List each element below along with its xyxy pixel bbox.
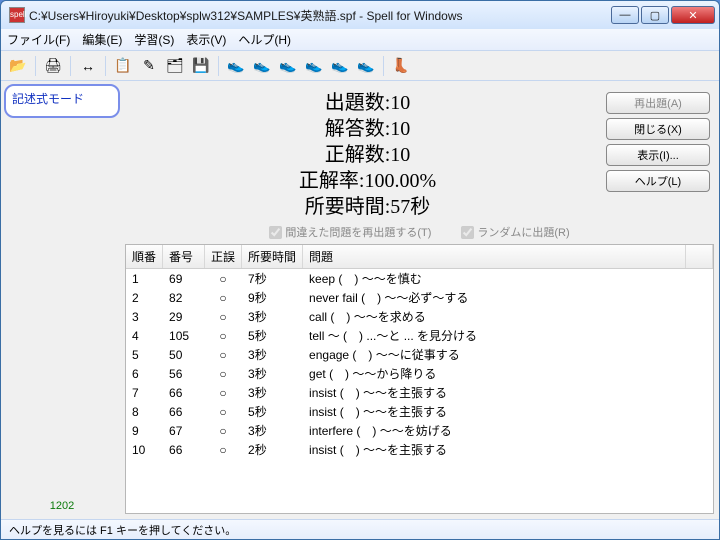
table-row[interactable]: 866○5秒insist ( ) ～～を主張する [126,402,713,421]
mode-label: 記述式モード [4,84,120,118]
boot-icon[interactable]: 👢 [390,55,412,77]
menu-edit[interactable]: 編集(E) [82,31,122,48]
menu-help[interactable]: ヘルプ(H) [238,31,291,48]
reissue-wrong-checkbox: 間違えた問題を再出題する(T) [269,224,431,240]
side-counter: 1202 [4,498,120,516]
col-num[interactable]: 番号 [163,245,205,269]
menu-file[interactable]: ファイル(F) [7,31,70,48]
col-q[interactable]: 問題 [303,245,685,269]
help-button[interactable]: ヘルプ(L) [606,170,710,192]
table-row[interactable]: 4105○5秒tell ～ ( ) ...～と ... を見分ける [126,326,713,345]
minimize-button[interactable]: — [611,6,639,24]
shoe3-icon[interactable]: 👟 [277,55,299,77]
print-icon[interactable]: 🖨 [42,55,64,77]
random-checkbox: ランダムに出題(R) [461,224,569,240]
menu-study[interactable]: 学習(S) [134,31,174,48]
summary-time-value: 57秒 [390,196,430,218]
maximize-button[interactable]: ▢ [641,6,669,24]
summary-rate-label: 正解率: [299,170,365,192]
table-row[interactable]: 329○3秒call ( ) ～～を求める [126,307,713,326]
menubar: ファイル(F) 編集(E) 学習(S) 表示(V) ヘルプ(H) [1,29,719,51]
app-icon: spell [9,7,25,23]
edit-icon[interactable]: ✎ [138,55,160,77]
table-row[interactable]: 766○3秒insist ( ) ～～を主張する [126,383,713,402]
summary-correct-label: 正解数: [325,144,391,166]
random-input [461,226,474,239]
table-row[interactable]: 656○3秒get ( ) ～～から降りる [126,364,713,383]
summary-answered-value: 10 [390,118,410,140]
summary-questions-value: 10 [390,92,410,114]
summary: 出題数:10 解答数:10 正解数:10 正解率:100.00% 所要時間:57… [129,90,606,220]
open-icon[interactable]: 📂 [7,55,29,77]
statusbar: ヘルプを見るには F1 キーを押してください。 [1,519,719,539]
col-seq[interactable]: 順番 [126,245,163,269]
summary-rate-value: 100.00% [364,170,436,192]
save-icon[interactable]: 💾 [190,55,212,77]
display-button[interactable]: 表示(I)... [606,144,710,166]
close-button[interactable]: ✕ [671,6,715,24]
shoe4-icon[interactable]: 👟 [303,55,325,77]
cards-icon[interactable]: 🗂 [164,55,186,77]
results-table: 順番 番号 正誤 所要時間 問題 169○7秒keep ( ) ～～を慎む282… [126,245,713,459]
table-row[interactable]: 282○9秒never fail ( ) ～～必ず～する [126,288,713,307]
col-time[interactable]: 所要時間 [242,245,303,269]
results-table-wrap[interactable]: 順番 番号 正誤 所要時間 問題 169○7秒keep ( ) ～～を慎む282… [125,244,714,514]
table-row[interactable]: 1066○2秒insist ( ) ～～を主張する [126,440,713,459]
shoe5-icon[interactable]: 👟 [329,55,351,77]
summary-questions-label: 出題数: [325,92,391,114]
shoe6-icon[interactable]: 👟 [355,55,377,77]
app-window: spell C:¥Users¥Hiroyuki¥Desktop¥splw312¥… [0,0,720,540]
titlebar: spell C:¥Users¥Hiroyuki¥Desktop¥splw312¥… [1,1,719,29]
col-blank[interactable] [685,245,712,269]
col-ok[interactable]: 正誤 [205,245,242,269]
menu-view[interactable]: 表示(V) [186,31,226,48]
shoe1-icon[interactable]: 👟 [225,55,247,77]
reissue-wrong-input [269,226,282,239]
window-title: C:¥Users¥Hiroyuki¥Desktop¥splw312¥SAMPLE… [29,7,611,24]
table-row[interactable]: 550○3秒engage ( ) ～～に従事する [126,345,713,364]
summary-answered-label: 解答数: [325,118,391,140]
side-panel: 記述式モード 1202 [4,84,120,516]
shoe2-icon[interactable]: 👟 [251,55,273,77]
table-row[interactable]: 967○3秒interfere ( ) ～～を妨げる [126,421,713,440]
hsize-icon[interactable]: ↔ [77,55,99,77]
reissue-button[interactable]: 再出題(A) [606,92,710,114]
close-results-button[interactable]: 閉じる(X) [606,118,710,140]
exam-icon[interactable]: 📋 [112,55,134,77]
table-row[interactable]: 169○7秒keep ( ) ～～を慎む [126,269,713,289]
toolbar: 📂 🖨 ↔ 📋 ✎ 🗂 💾 👟 👟 👟 👟 👟 👟 👢 [1,51,719,81]
summary-correct-value: 10 [390,144,410,166]
summary-time-label: 所要時間: [305,196,391,218]
